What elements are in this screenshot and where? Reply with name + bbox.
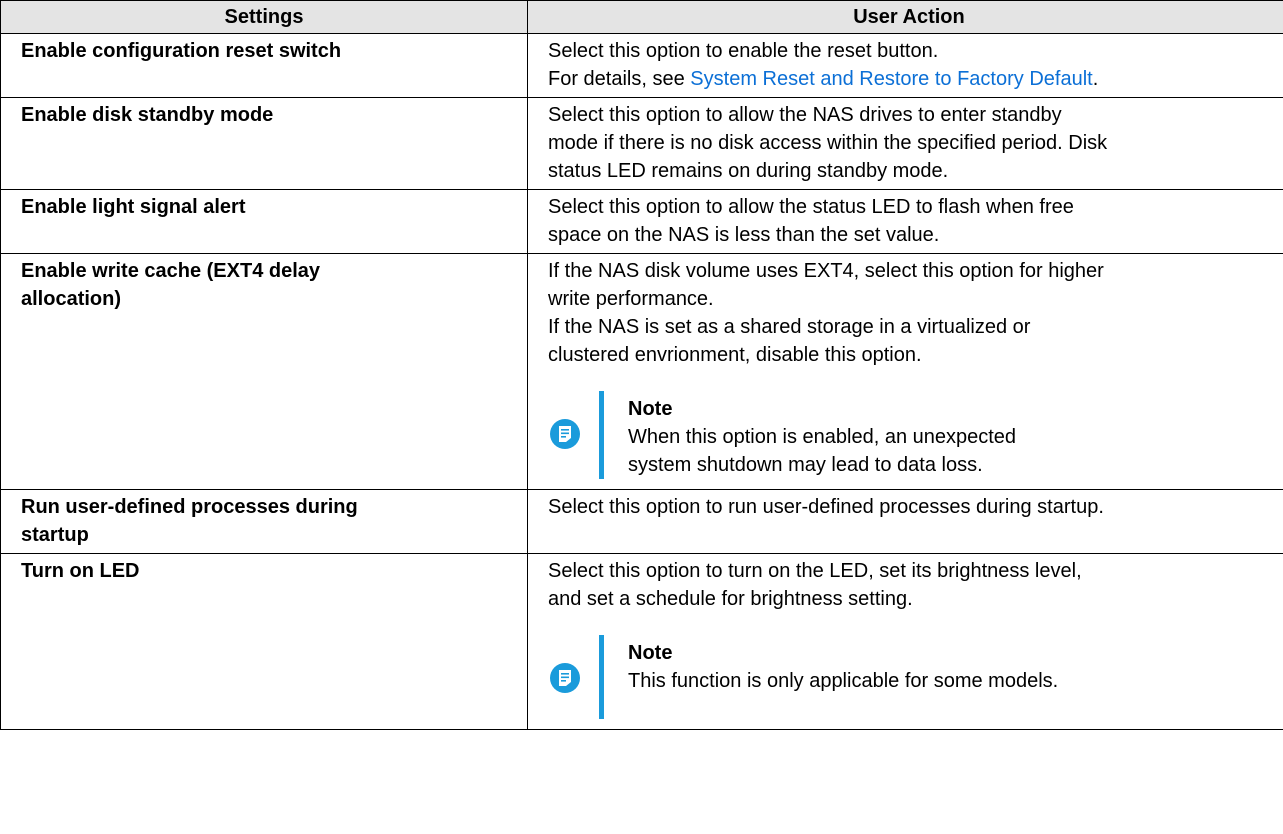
settings-page: Settings User Action Enable configuratio… bbox=[0, 0, 1283, 834]
setting-name: Run user-defined processes during startu… bbox=[0, 489, 528, 554]
setting-action: Select this option to allow the status L… bbox=[527, 189, 1283, 254]
action-text: clustered envrionment, disable this opti… bbox=[548, 344, 922, 366]
note-accent-bar bbox=[599, 635, 604, 719]
setting-action: Select this option to turn on the LED, s… bbox=[527, 553, 1283, 730]
setting-name: Enable disk standby mode bbox=[0, 97, 528, 190]
note-icon bbox=[550, 419, 580, 449]
action-text: If the NAS is set as a shared storage in… bbox=[548, 316, 1031, 338]
action-prefix: For details, see bbox=[548, 68, 691, 90]
system-reset-link[interactable]: System Reset and Restore to Factory Defa… bbox=[690, 68, 1092, 90]
table-row: Run user-defined processes during startu… bbox=[0, 489, 1283, 554]
note-title: Note bbox=[628, 642, 673, 664]
setting-name: Enable light signal alert bbox=[0, 189, 528, 254]
action-text: Select this option to enable the reset b… bbox=[548, 40, 939, 62]
settings-column-header: Settings bbox=[0, 0, 528, 34]
table-row: Turn on LED Select this option to turn o… bbox=[0, 553, 1283, 730]
setting-action: Select this option to allow the NAS driv… bbox=[527, 97, 1283, 190]
note-callout: Note When this option is enabled, an une… bbox=[548, 391, 1280, 479]
note-text: system shutdown may lead to data loss. bbox=[628, 454, 983, 476]
table-row: Enable disk standby mode Select this opt… bbox=[0, 97, 1283, 190]
table-row: Enable configuration reset switch Select… bbox=[0, 33, 1283, 98]
note-text: When this option is enabled, an unexpect… bbox=[628, 426, 1017, 448]
setting-name: Enable configuration reset switch bbox=[0, 33, 528, 98]
setting-name: Turn on LED bbox=[0, 553, 528, 730]
action-text: mode if there is no disk access within t… bbox=[548, 132, 1108, 154]
setting-action: If the NAS disk volume uses EXT4, select… bbox=[527, 253, 1283, 490]
action-text: Select this option to turn on the LED, s… bbox=[548, 560, 1082, 582]
note-text: This function is only applicable for som… bbox=[628, 670, 1059, 692]
action-text: Select this option to allow the NAS driv… bbox=[548, 104, 1062, 126]
note-callout: Note This function is only applicable fo… bbox=[548, 635, 1280, 719]
action-text: status LED remains on during standby mod… bbox=[548, 160, 949, 182]
note-icon bbox=[550, 663, 580, 693]
setting-name-line: startup bbox=[21, 524, 89, 546]
table-row: Enable write cache (EXT4 delay allocatio… bbox=[0, 253, 1283, 490]
action-text: and set a schedule for brightness settin… bbox=[548, 588, 913, 610]
user-action-column-header: User Action bbox=[527, 0, 1283, 34]
action-suffix: . bbox=[1092, 68, 1099, 90]
setting-name-line: Run user-defined processes during bbox=[21, 496, 358, 518]
action-text: For details, see System Reset and Restor… bbox=[548, 65, 1280, 93]
table-header-row: Settings User Action bbox=[0, 0, 1283, 34]
setting-name-line: allocation) bbox=[21, 288, 122, 310]
action-text: If the NAS disk volume uses EXT4, select… bbox=[548, 260, 1104, 282]
action-text: Select this option to allow the status L… bbox=[548, 196, 1074, 218]
setting-action: Select this option to enable the reset b… bbox=[527, 33, 1283, 98]
action-text: Select this option to run user-defined p… bbox=[548, 496, 1104, 518]
setting-name: Enable write cache (EXT4 delay allocatio… bbox=[0, 253, 528, 490]
note-accent-bar bbox=[599, 391, 604, 479]
setting-name-line: Enable write cache (EXT4 delay bbox=[21, 260, 321, 282]
setting-action: Select this option to run user-defined p… bbox=[527, 489, 1283, 554]
table-row: Enable light signal alert Select this op… bbox=[0, 189, 1283, 254]
action-text: space on the NAS is less than the set va… bbox=[548, 224, 940, 246]
action-text: write performance. bbox=[548, 288, 714, 310]
settings-table: Settings User Action Enable configuratio… bbox=[0, 0, 1283, 730]
note-title: Note bbox=[628, 398, 673, 420]
